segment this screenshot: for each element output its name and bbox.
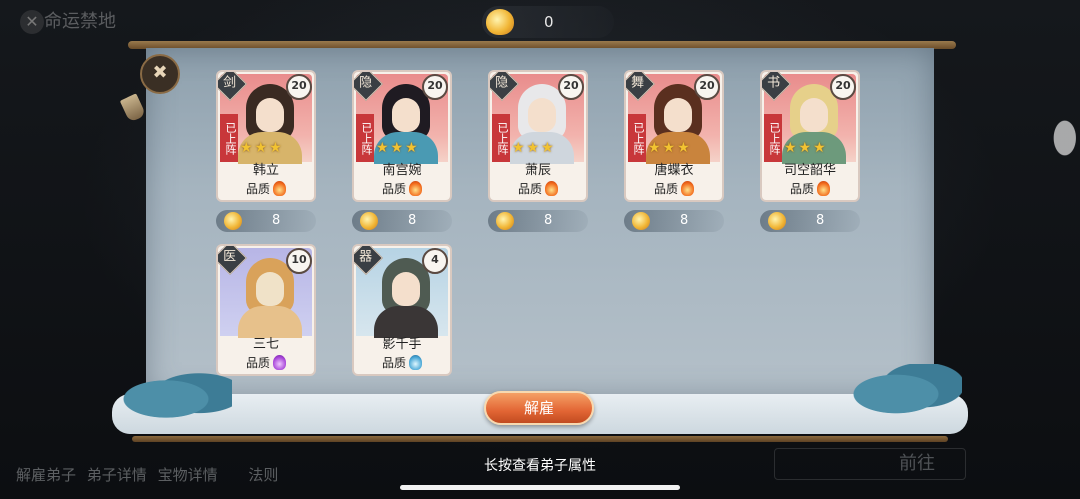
page-title: ✕ 命运禁地: [10, 8, 204, 36]
quality-row: 品质: [218, 180, 314, 198]
quality-flame-icon: [409, 181, 422, 196]
disciple-card[interactable]: 隐 20 已上阵 ★★★ 萧辰 品质: [488, 70, 588, 202]
quality-row: 品质: [354, 180, 450, 198]
currency-display: 0: [482, 6, 614, 38]
level-badge: 20: [830, 74, 856, 100]
disciple-card[interactable]: 医 10 三七 品质: [216, 244, 316, 376]
level-badge: 10: [286, 248, 312, 274]
quality-flame-icon: [817, 181, 830, 196]
home-indicator[interactable]: [400, 485, 680, 490]
star-rating: ★★★: [376, 140, 420, 156]
hint-text: 长按查看弟子属性: [484, 458, 596, 474]
spirit-coin-icon: [496, 212, 514, 230]
deployed-tag: 已上阵: [764, 114, 782, 162]
spirit-coin-icon: [632, 212, 650, 230]
deployed-tag: 已上阵: [628, 114, 646, 162]
currency-value: 0: [544, 13, 554, 31]
cloud-decoration: [1052, 108, 1080, 168]
disciple-card[interactable]: 舞 20 已上阵 ★★★ 唐蝶衣 品质: [624, 70, 724, 202]
quality-flame-icon: [273, 355, 286, 370]
level-badge: 4: [422, 248, 448, 274]
hire-cost: 8: [760, 210, 860, 232]
disciple-name: 韩立: [252, 163, 279, 178]
quality-row: 品质: [626, 180, 722, 198]
quality-flame-icon: [273, 181, 286, 196]
quality-row: 品质: [354, 354, 450, 372]
quality-flame-icon: [545, 181, 558, 196]
deployed-tag: 已上阵: [492, 114, 510, 162]
hire-cost: 8: [488, 210, 588, 232]
spirit-coin-icon: [486, 9, 514, 35]
close-icon[interactable]: ✕: [20, 10, 44, 34]
disciple-card[interactable]: 书 20 已上阵 ★★★ 司空韶华 品质: [760, 70, 860, 202]
quality-row: 品质: [490, 180, 586, 198]
disciple-name: 唐蝶衣: [654, 163, 694, 178]
quality-row: 品质: [218, 354, 314, 372]
star-rating: ★★★: [512, 140, 556, 156]
disciple-name: 萧辰: [524, 163, 551, 178]
dismiss-button[interactable]: 解雇: [484, 391, 594, 425]
deployed-tag: 已上阵: [356, 114, 374, 162]
quality-row: 品质: [762, 180, 858, 198]
quality-flame-icon: [681, 181, 694, 196]
page-title-text: 命运禁地: [44, 11, 116, 32]
deployed-tag: 已上阵: [220, 114, 238, 162]
quality-flame-icon: [409, 355, 422, 370]
scroll-tassel-icon: ✖: [140, 54, 180, 94]
disciple-name: 司空韶华: [783, 163, 836, 178]
disciple-name: 影千手: [382, 337, 422, 352]
level-badge: 20: [286, 74, 312, 100]
disciple-card[interactable]: 隐 20 已上阵 ★★★ 南宫婉 品质: [352, 70, 452, 202]
spirit-coin-icon: [768, 212, 786, 230]
pine-tree-left: [122, 370, 232, 428]
pine-tree-right: [852, 364, 962, 424]
disciple-name: 南宫婉: [382, 163, 422, 178]
disciple-card[interactable]: 器 4 影千手 品质: [352, 244, 452, 376]
level-badge: 20: [558, 74, 584, 100]
hire-cost: 8: [624, 210, 724, 232]
scroll-bottom-rod: [132, 436, 948, 442]
disciple-name: 三七: [252, 337, 279, 352]
spirit-coin-icon: [360, 212, 378, 230]
disciple-card[interactable]: 剑 20 已上阵 ★★★ 韩立 品质: [216, 70, 316, 202]
level-badge: 20: [694, 74, 720, 100]
hire-cost: 8: [216, 210, 316, 232]
hire-cost: 8: [352, 210, 452, 232]
star-rating: ★★★: [784, 140, 828, 156]
level-badge: 20: [422, 74, 448, 100]
spirit-coin-icon: [224, 212, 242, 230]
star-rating: ★★★: [240, 140, 284, 156]
star-rating: ★★★: [648, 140, 692, 156]
